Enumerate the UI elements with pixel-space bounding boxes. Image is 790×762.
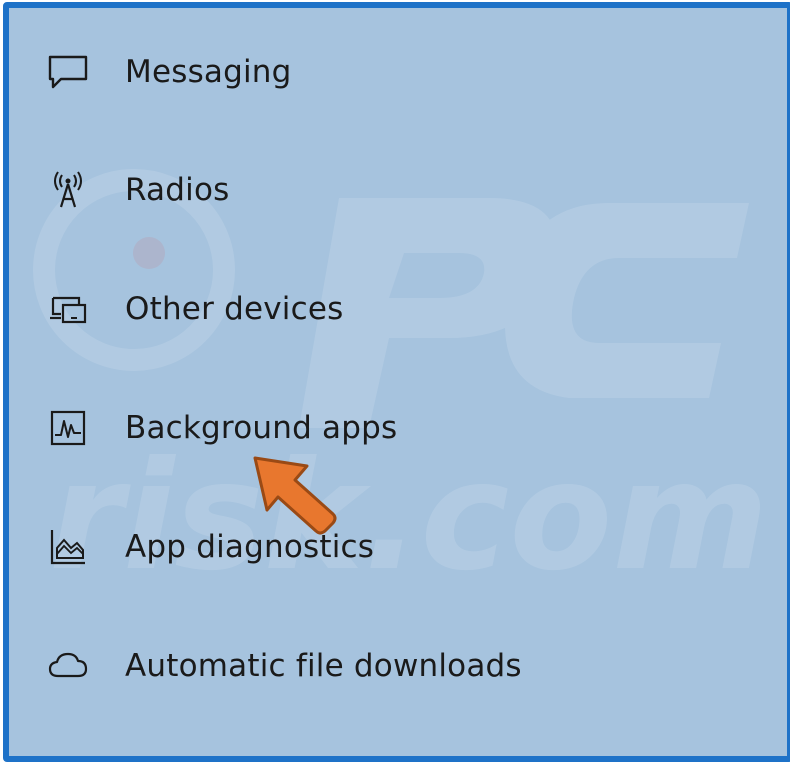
settings-menu: Messaging Radios Other devices Backgroun… [9,8,787,756]
menu-item-label: Messaging [125,54,292,90]
menu-item-label: Other devices [125,291,344,327]
radio-tower-icon [47,169,89,211]
menu-item-background-apps[interactable]: Background apps [9,388,787,468]
devices-icon [47,288,89,330]
message-icon [47,51,89,93]
pointer-arrow-icon [253,456,337,535]
activity-monitor-icon [47,407,89,449]
menu-item-messaging[interactable]: Messaging [9,32,787,112]
menu-item-automatic-file-downloads[interactable]: Automatic file downloads [9,626,787,706]
screenshot-frame: risk.com Messaging Radios Other devices … [3,2,790,762]
cloud-icon [47,645,89,687]
area-chart-icon [47,526,89,568]
menu-item-label: Radios [125,172,230,208]
menu-item-label: Background apps [125,410,398,446]
menu-item-other-devices[interactable]: Other devices [9,269,787,349]
menu-item-label: Automatic file downloads [125,648,522,684]
menu-item-radios[interactable]: Radios [9,150,787,230]
menu-item-app-diagnostics[interactable]: App diagnostics [9,507,787,587]
